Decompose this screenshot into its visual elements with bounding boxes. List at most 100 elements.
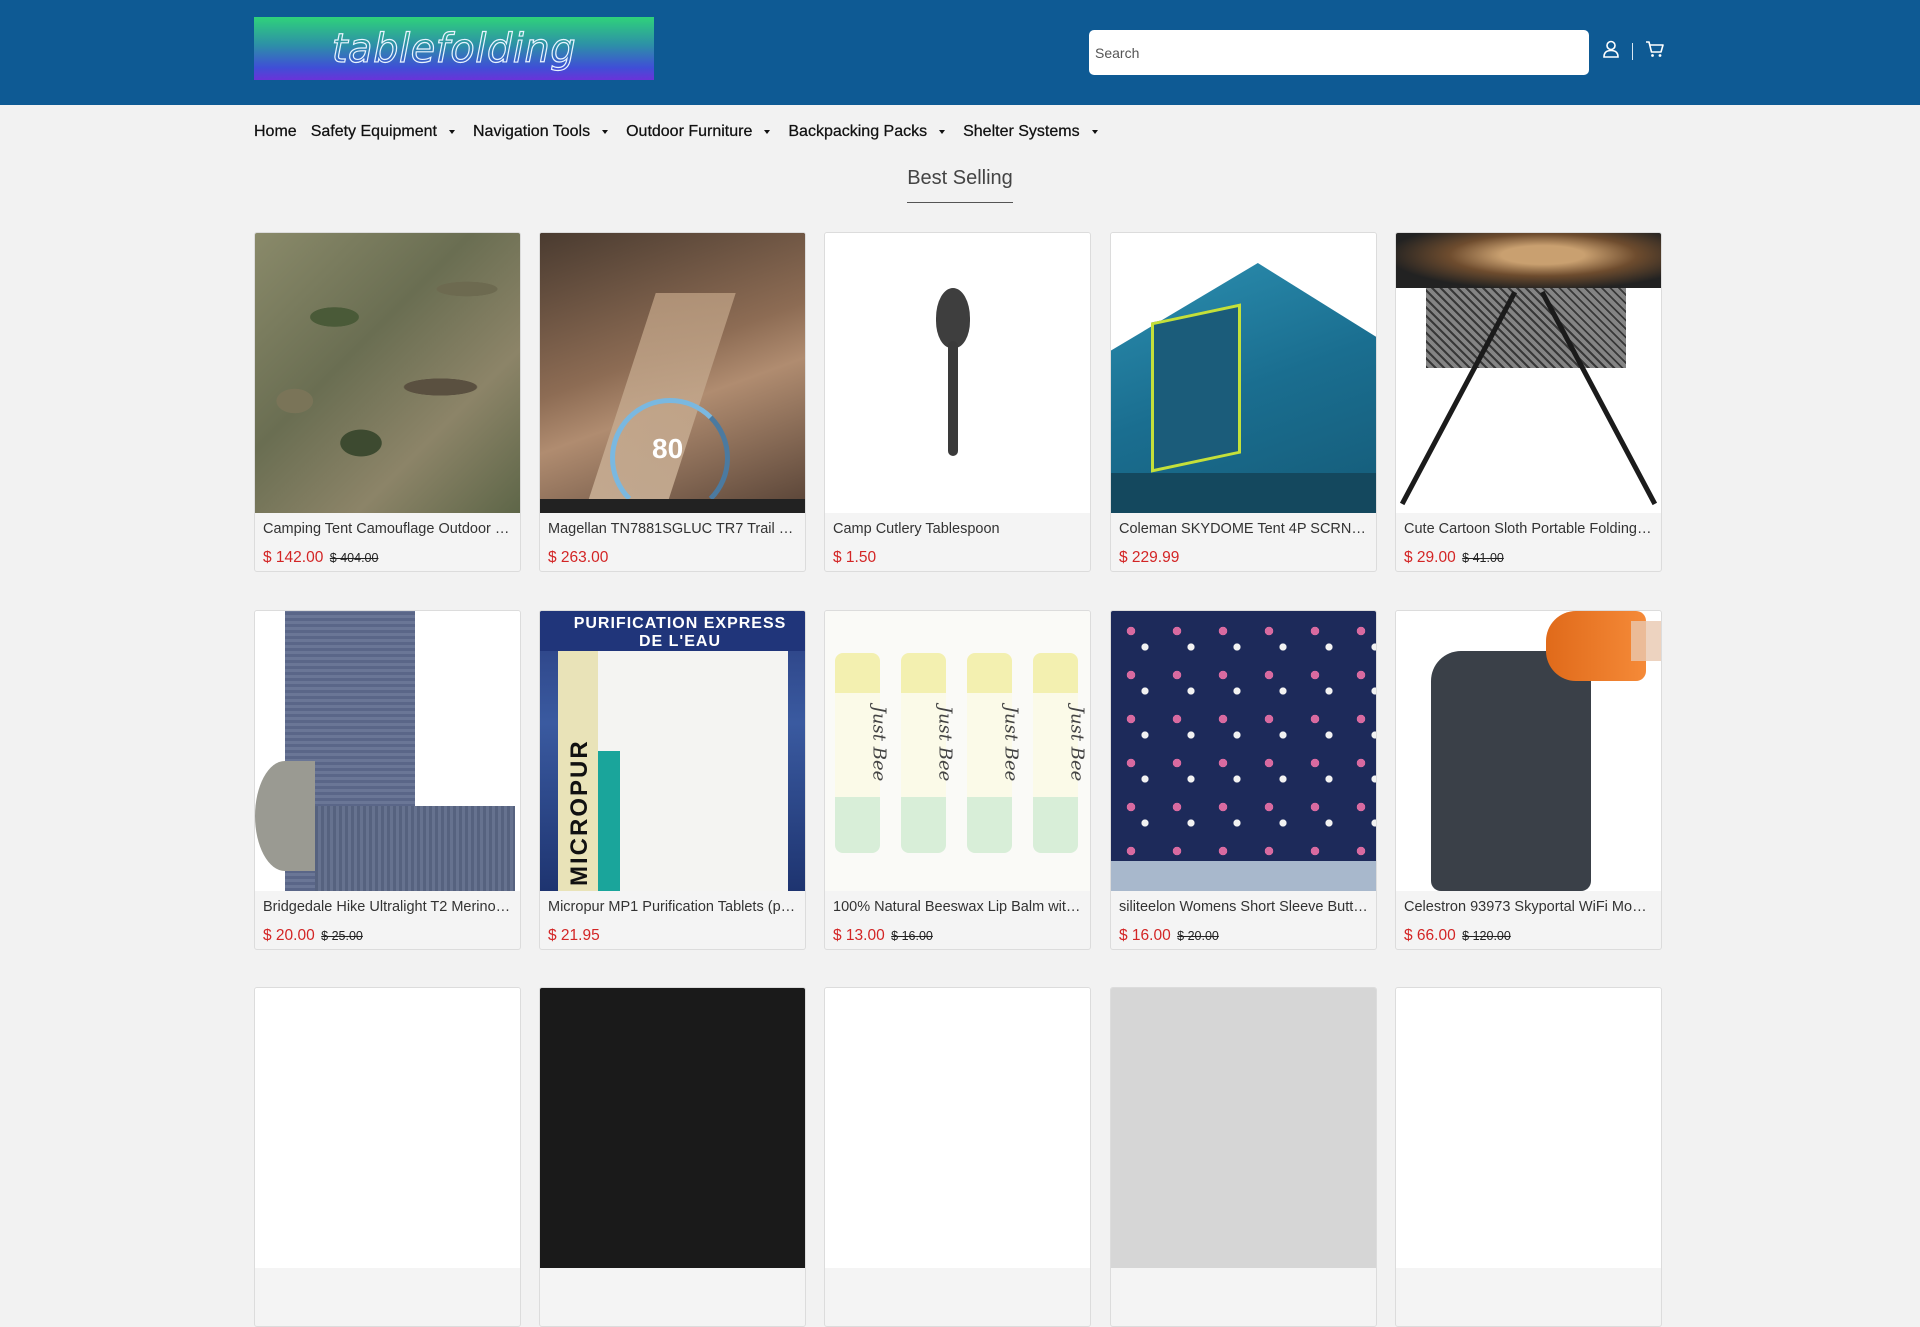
product-name: Bridgedale Hike Ultralight T2 Merino P..… bbox=[263, 899, 513, 915]
balm-tube: Just Bee bbox=[901, 653, 955, 853]
product-image: PURIFICATION EXPRESS DE L'EAU MICROPUR bbox=[540, 611, 805, 891]
balm-label: Just Bee bbox=[1066, 705, 1088, 782]
product-card[interactable]: PURIFICATION EXPRESS DE L'EAU MICROPUR M… bbox=[539, 610, 806, 950]
product-prices: $ 66.00 $ 120.00 bbox=[1404, 927, 1511, 945]
product-price: $ 29.00 bbox=[1404, 549, 1456, 566]
product-image bbox=[255, 233, 520, 513]
nav-outdoor-furniture[interactable]: Outdoor Furniture bbox=[626, 123, 774, 141]
caret-down-icon bbox=[448, 130, 455, 134]
product-card[interactable]: Just Bee Just Bee Just Bee Just Bee 100%… bbox=[824, 610, 1091, 950]
product-name: 100% Natural Beeswax Lip Balm with ... bbox=[833, 899, 1083, 915]
product-old-price: $ 20.00 bbox=[1177, 929, 1219, 943]
product-prices: $ 13.00 $ 16.00 bbox=[833, 927, 933, 945]
product-card[interactable] bbox=[539, 987, 806, 1327]
product-image bbox=[1396, 988, 1661, 1268]
product-name: Camping Tent Camouflage Outdoor S... bbox=[263, 521, 513, 537]
nav-label: Outdoor Furniture bbox=[626, 123, 753, 140]
nav-home[interactable]: Home bbox=[254, 123, 297, 141]
logo-text: tablefolding bbox=[331, 25, 577, 72]
product-card[interactable]: 80 Magellan TN7881SGLUC TR7 Trail an... … bbox=[539, 232, 806, 572]
header-bar: tablefolding bbox=[0, 0, 1920, 105]
product-card[interactable]: Coleman SKYDOME Tent 4P SCRN R... $ 229.… bbox=[1110, 232, 1377, 572]
sock-heel bbox=[255, 761, 315, 871]
product-image bbox=[1111, 611, 1376, 891]
nav-safety-equipment[interactable]: Safety Equipment bbox=[311, 123, 459, 141]
product-card[interactable]: Celestron 93973 Skyportal WiFi Modul... … bbox=[1395, 610, 1662, 950]
product-prices: $ 263.00 bbox=[548, 549, 608, 567]
user-icon[interactable] bbox=[1600, 38, 1622, 60]
product-image: 80 bbox=[540, 233, 805, 513]
product-card[interactable] bbox=[1110, 987, 1377, 1327]
nav-shelter-systems[interactable]: Shelter Systems bbox=[963, 123, 1101, 141]
gps-frame bbox=[540, 499, 805, 513]
product-image bbox=[825, 233, 1090, 513]
product-image bbox=[255, 988, 520, 1268]
product-card[interactable]: Camping Tent Camouflage Outdoor S... $ 1… bbox=[254, 232, 521, 572]
balm-label: Just Bee bbox=[1000, 705, 1022, 782]
balm-tube: Just Bee bbox=[1033, 653, 1087, 853]
caret-down-icon bbox=[1091, 130, 1098, 134]
nav-label: Home bbox=[254, 123, 297, 140]
nav-navigation-tools[interactable]: Navigation Tools bbox=[473, 123, 612, 141]
caret-down-icon bbox=[939, 130, 946, 134]
micropur-brand: MICROPUR bbox=[566, 739, 593, 886]
product-card[interactable]: siliteelon Womens Short Sleeve Butto... … bbox=[1110, 610, 1377, 950]
product-old-price: $ 120.00 bbox=[1462, 929, 1511, 943]
product-prices: $ 16.00 $ 20.00 bbox=[1119, 927, 1219, 945]
balm-tube: Just Bee bbox=[967, 653, 1021, 853]
product-name: Magellan TN7881SGLUC TR7 Trail an... bbox=[548, 521, 798, 537]
gps-speed: 80 bbox=[652, 433, 684, 464]
product-prices: $ 29.00 $ 41.00 bbox=[1404, 549, 1504, 567]
nav-label: Safety Equipment bbox=[310, 123, 438, 140]
balm-label: Just Bee bbox=[868, 705, 890, 782]
nav-label: Shelter Systems bbox=[963, 123, 1080, 140]
spoon-handle bbox=[948, 341, 958, 456]
balm-label: Just Bee bbox=[934, 705, 956, 782]
product-image bbox=[540, 988, 805, 1268]
product-card[interactable]: Cute Cartoon Sloth Portable Folding C...… bbox=[1395, 232, 1662, 572]
product-name: Camp Cutlery Tablespoon bbox=[833, 521, 1000, 537]
product-price: $ 16.00 bbox=[1119, 927, 1171, 944]
product-image bbox=[825, 988, 1090, 1268]
cart-icon[interactable] bbox=[1644, 38, 1666, 60]
product-image: Just Bee Just Bee Just Bee Just Bee bbox=[825, 611, 1090, 891]
tent-base bbox=[1111, 473, 1376, 513]
sock-foot bbox=[315, 806, 515, 891]
search-input[interactable] bbox=[1089, 30, 1589, 75]
product-name: Cute Cartoon Sloth Portable Folding C... bbox=[1404, 521, 1654, 537]
product-image bbox=[1111, 233, 1376, 513]
product-card[interactable]: Camp Cutlery Tablespoon $ 1.50 bbox=[824, 232, 1091, 572]
product-old-price: $ 41.00 bbox=[1462, 551, 1504, 565]
nav-label: Backpacking Packs bbox=[788, 123, 928, 140]
product-card[interactable] bbox=[254, 987, 521, 1327]
table-net bbox=[1426, 288, 1626, 368]
micropur-header-text: PURIFICATION EXPRESS DE L'EAU bbox=[573, 615, 787, 650]
product-prices: $ 20.00 $ 25.00 bbox=[263, 927, 363, 945]
product-image bbox=[1396, 233, 1661, 513]
product-image bbox=[1111, 988, 1376, 1268]
site-logo[interactable]: tablefolding bbox=[254, 17, 654, 80]
header-divider bbox=[1632, 43, 1633, 60]
nav-backpacking-packs[interactable]: Backpacking Packs bbox=[788, 123, 949, 141]
module-connector bbox=[1631, 621, 1661, 661]
product-price: $ 229.99 bbox=[1119, 549, 1180, 566]
product-price: $ 20.00 bbox=[263, 927, 315, 944]
product-price: $ 142.00 bbox=[263, 549, 324, 566]
table-top bbox=[1396, 233, 1661, 288]
product-name: Celestron 93973 Skyportal WiFi Modul... bbox=[1404, 899, 1654, 915]
product-price: $ 1.50 bbox=[833, 549, 877, 566]
product-prices: $ 142.00 $ 404.00 bbox=[263, 549, 378, 567]
spoon-bowl bbox=[936, 288, 970, 348]
product-price: $ 13.00 bbox=[833, 927, 885, 944]
product-card[interactable] bbox=[824, 987, 1091, 1327]
caret-down-icon bbox=[602, 130, 609, 134]
product-image bbox=[255, 611, 520, 891]
product-image bbox=[1396, 611, 1661, 891]
product-card[interactable] bbox=[1395, 987, 1662, 1327]
product-name: siliteelon Womens Short Sleeve Butto... bbox=[1119, 899, 1369, 915]
tent-window bbox=[1151, 303, 1241, 473]
product-prices: $ 1.50 bbox=[833, 549, 876, 567]
product-price: $ 21.95 bbox=[548, 927, 600, 944]
product-old-price: $ 16.00 bbox=[891, 929, 933, 943]
product-card[interactable]: Bridgedale Hike Ultralight T2 Merino P..… bbox=[254, 610, 521, 950]
